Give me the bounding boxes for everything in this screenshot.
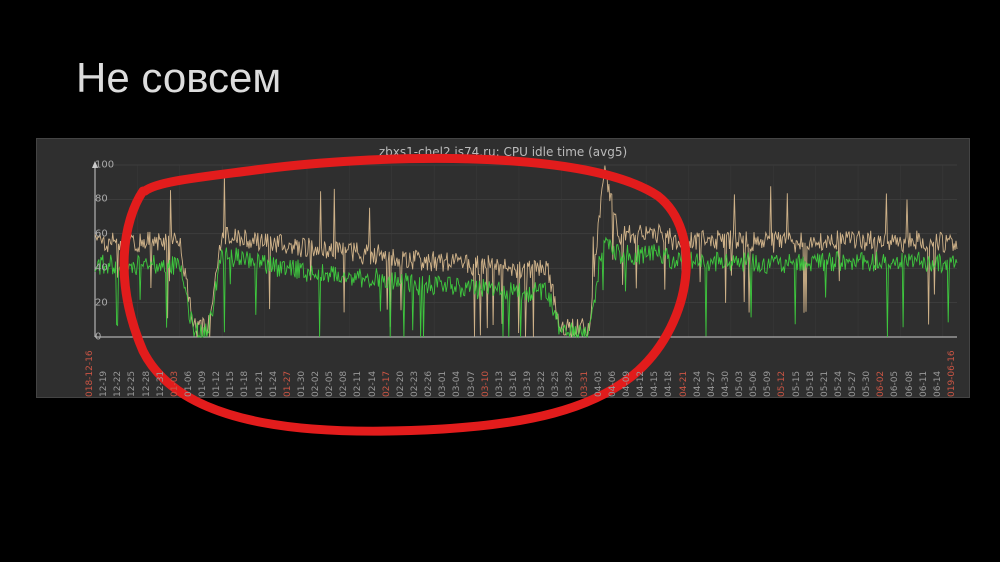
x-tick-label: 05-09 — [763, 371, 773, 397]
x-tick-label: 04-06 — [608, 371, 618, 397]
x-tick-label: 01-15 — [226, 371, 236, 397]
x-tick-label: 05-30 — [862, 371, 872, 397]
x-tick-label: 02-05 — [325, 371, 335, 397]
x-tick-label: 05-06 — [749, 371, 759, 397]
x-tick-label: 018-12-16 — [85, 350, 95, 397]
x-tick-label: 04-15 — [650, 371, 660, 397]
x-tick-label: 01-24 — [269, 371, 279, 397]
x-axis: 018-12-1612-1912-2212-2512-2812-3101-030… — [95, 341, 957, 397]
x-tick-label: 01-18 — [240, 371, 250, 397]
x-tick-label: 06-14 — [933, 371, 943, 397]
page-title: Не совсем — [76, 54, 281, 102]
x-tick-label: 04-03 — [594, 371, 604, 397]
x-tick-label: 01-09 — [198, 371, 208, 397]
x-tick-label: 03-04 — [452, 371, 462, 397]
x-tick-label: 05-12 — [777, 371, 787, 397]
x-tick-label: 04-09 — [622, 371, 632, 397]
x-tick-label: 05-15 — [792, 371, 802, 397]
x-tick-label: 03-01 — [438, 371, 448, 397]
x-tick-label: 05-21 — [820, 371, 830, 397]
chart-container: zbxs1-chel2.is74.ru: CPU idle time (avg5… — [36, 138, 970, 398]
x-tick-label: 06-08 — [905, 371, 915, 397]
x-tick-label: 02-20 — [396, 371, 406, 397]
x-tick-label: 01-06 — [184, 371, 194, 397]
x-tick-label: 03-31 — [580, 371, 590, 397]
x-tick-label: 06-02 — [876, 371, 886, 397]
x-tick-label: 12-19 — [99, 371, 109, 397]
x-tick-label: 03-28 — [565, 371, 575, 397]
x-tick-label: 05-24 — [834, 371, 844, 397]
slide: Не совсем zbxs1-chel2.is74.ru: CPU idle … — [0, 0, 1000, 562]
x-tick-label: 05-03 — [735, 371, 745, 397]
x-tick-label: 02-26 — [424, 371, 434, 397]
x-tick-label: 03-07 — [467, 371, 477, 397]
x-tick-label: 12-22 — [113, 371, 123, 397]
x-tick-label: 05-18 — [806, 371, 816, 397]
x-tick-label: 04-21 — [679, 371, 689, 397]
x-tick-label: 03-25 — [551, 371, 561, 397]
x-tick-label: 01-21 — [255, 371, 265, 397]
x-tick-label: 01-12 — [212, 371, 222, 397]
x-tick-label: 02-02 — [311, 371, 321, 397]
x-tick-label: 04-24 — [693, 371, 703, 397]
x-tick-label: 12-25 — [127, 371, 137, 397]
x-tick-label: 03-10 — [481, 371, 491, 397]
chart-svg — [43, 161, 963, 341]
x-tick-label: 01-30 — [297, 371, 307, 397]
x-tick-label: 04-30 — [721, 371, 731, 397]
chart-title: zbxs1-chel2.is74.ru: CPU idle time (avg5… — [43, 145, 963, 159]
x-tick-label: 12-28 — [142, 371, 152, 397]
x-tick-label: 02-11 — [353, 371, 363, 397]
x-tick-label: 06-11 — [919, 371, 929, 397]
x-tick-label: 01-03 — [170, 371, 180, 397]
x-tick-label: 04-27 — [707, 371, 717, 397]
x-tick-label: 12-31 — [156, 371, 166, 397]
x-tick-label: 02-17 — [382, 371, 392, 397]
x-tick-label: 05-27 — [848, 371, 858, 397]
x-tick-label: 04-18 — [664, 371, 674, 397]
x-tick-label: 02-23 — [410, 371, 420, 397]
x-tick-label: 03-19 — [523, 371, 533, 397]
x-tick-label: 019-06-16 — [947, 350, 957, 397]
x-tick-label: 03-22 — [537, 371, 547, 397]
x-tick-label: 04-12 — [636, 371, 646, 397]
x-tick-label: 06-05 — [890, 371, 900, 397]
x-tick-label: 01-27 — [283, 371, 293, 397]
x-tick-label: 02-14 — [368, 371, 378, 397]
chart-plot: 020406080100 — [43, 161, 963, 341]
x-tick-label: 03-16 — [509, 371, 519, 397]
x-tick-label: 02-08 — [339, 371, 349, 397]
x-tick-label: 03-13 — [495, 371, 505, 397]
